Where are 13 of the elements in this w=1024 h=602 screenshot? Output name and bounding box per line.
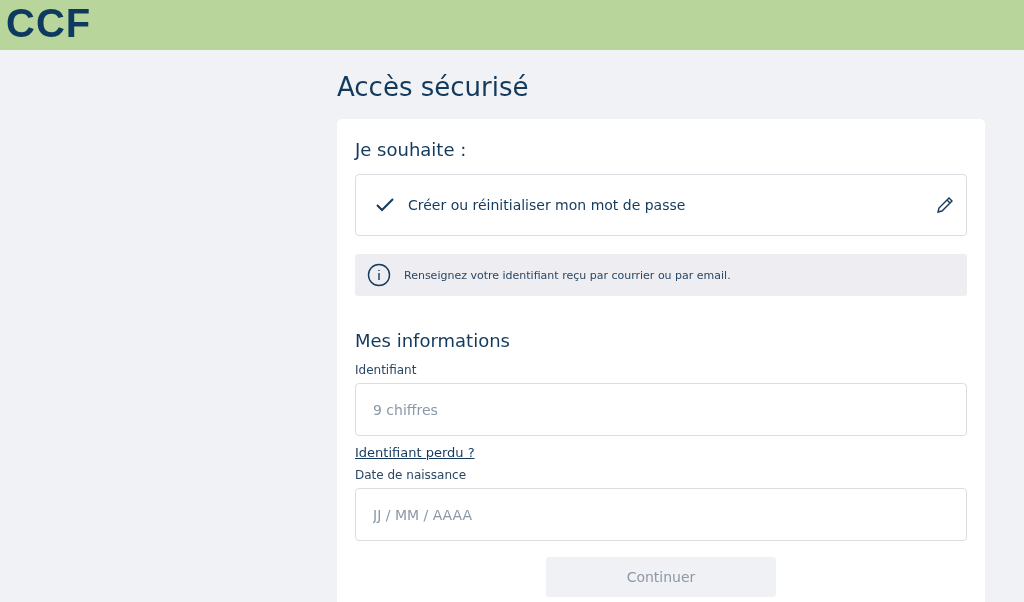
- option-label: Créer ou réinitialiser mon mot de passe: [408, 197, 687, 213]
- lost-id-link[interactable]: Identifiant perdu ?: [355, 445, 475, 460]
- page-title: Accès sécurisé: [337, 72, 530, 102]
- logo[interactable]: CCF: [6, 3, 92, 43]
- edit-icon[interactable]: [936, 196, 954, 214]
- section-heading: Je souhaite :: [355, 139, 468, 160]
- field-label: Date de naissance: [355, 468, 468, 482]
- section-heading: Mes informations: [355, 330, 511, 351]
- input-field[interactable]: 9 chiffres: [355, 383, 967, 436]
- input-field[interactable]: JJ / MM / AAAA: [355, 488, 967, 541]
- info-icon: [367, 263, 391, 287]
- field-label: Identifiant: [355, 363, 418, 377]
- info-text: Renseignez votre identifiant reçu par courrier ou par email.: [404, 268, 731, 282]
